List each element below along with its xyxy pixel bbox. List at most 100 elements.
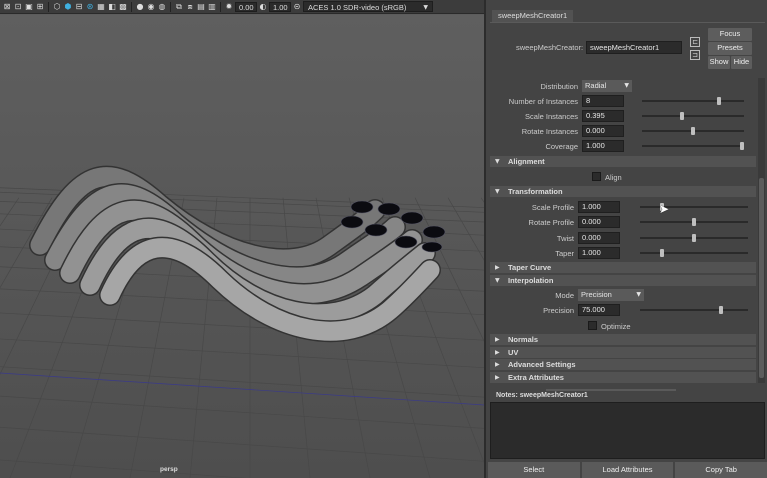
- toolbar-divider: [220, 1, 221, 12]
- section-alignment[interactable]: ▼ Alignment: [490, 156, 756, 167]
- distribution-value: Radial: [585, 81, 607, 90]
- section-normals[interactable]: ▶ Normals: [490, 334, 756, 345]
- scrollbar-thumb[interactable]: [759, 178, 764, 378]
- hide-button[interactable]: Hide: [731, 56, 752, 69]
- node-name-field[interactable]: sweepMeshCreator1: [586, 41, 682, 54]
- section-transformation-label: Transformation: [508, 187, 563, 196]
- align-checkbox[interactable]: [592, 172, 601, 181]
- coverage-slider[interactable]: [642, 142, 744, 150]
- xray-joint-icon[interactable]: ◍: [157, 2, 167, 12]
- section-interpolation[interactable]: ▼ Interpolation: [490, 275, 756, 286]
- slider-knob[interactable]: [659, 249, 664, 257]
- camera-icon[interactable]: ⊡: [13, 2, 23, 12]
- section-advanced-settings[interactable]: ▶ Advanced Settings: [490, 359, 756, 370]
- input-connection-icon[interactable]: ⊏: [690, 37, 700, 47]
- section-extra-attributes[interactable]: ▶ Extra Attributes: [490, 372, 756, 383]
- section-uv[interactable]: ▶ UV: [490, 347, 756, 358]
- twist-field[interactable]: 0.000: [578, 232, 620, 244]
- display-mode-icon[interactable]: ▥: [207, 2, 217, 12]
- mode-dropdown[interactable]: Precision ▼: [578, 289, 644, 301]
- color-space-dropdown[interactable]: ACES 1.0 SDR-video (sRGB) ▼: [303, 1, 433, 12]
- rotate-profile-field[interactable]: 0.000: [578, 216, 620, 228]
- slider-knob[interactable]: [692, 218, 696, 226]
- select-icon[interactable]: ▣: [24, 2, 34, 12]
- notes-textarea[interactable]: [490, 402, 765, 459]
- rotate-instances-row: Rotate Instances 0.000: [490, 125, 756, 138]
- gamma-field[interactable]: 1.00: [269, 1, 291, 12]
- scale-profile-field[interactable]: 1.000: [578, 201, 620, 213]
- ao-icon[interactable]: ◧: [107, 2, 117, 12]
- frame-icon[interactable]: ⊞: [35, 2, 45, 12]
- coverage-label: Coverage: [545, 142, 578, 151]
- slider-knob[interactable]: [691, 127, 695, 135]
- select-button[interactable]: Select: [488, 462, 580, 478]
- xray-active-icon[interactable]: ⧉: [174, 2, 184, 12]
- display-mode-icon[interactable]: ⧈: [185, 2, 195, 12]
- distribution-dropdown[interactable]: Radial ▼: [582, 80, 632, 92]
- taper-slider[interactable]: [640, 249, 748, 257]
- rotate-profile-slider[interactable]: [640, 218, 748, 226]
- display-mode-icon[interactable]: ▤: [196, 2, 206, 12]
- section-advanced-label: Advanced Settings: [508, 360, 576, 369]
- tab-sweepmeshcreator[interactable]: sweepMeshCreator1: [492, 10, 574, 22]
- num-instances-field[interactable]: 8: [582, 95, 624, 107]
- notes-splitter[interactable]: [546, 389, 676, 391]
- chevron-down-icon: ▼: [624, 82, 629, 89]
- section-uv-label: UV: [508, 348, 519, 357]
- node-header: sweepMeshCreator: sweepMeshCreator1 ⊏ ⊐ …: [492, 23, 762, 73]
- aa-icon[interactable]: ▩: [118, 2, 128, 12]
- viewport-panel[interactable]: ⊠ ⊡ ▣ ⊞ ⬡ ⬢ ⊟ ⊛ ▦ ◧ ▩ ● ◉ ◍ ⧉ ⧈ ▤ ▥ ✹ 0.…: [0, 0, 484, 478]
- rotate-instances-field[interactable]: 0.000: [582, 125, 624, 137]
- slider-knob[interactable]: [679, 112, 684, 120]
- wire-icon[interactable]: ⬡: [52, 2, 62, 12]
- light-icon[interactable]: ⊛: [85, 2, 95, 12]
- rotate-instances-slider[interactable]: [642, 127, 744, 135]
- gamma-icon[interactable]: ◐: [258, 2, 268, 12]
- isolate-icon[interactable]: ●: [135, 2, 145, 12]
- chevron-down-icon: ▼: [495, 277, 500, 284]
- viewport-canvas[interactable]: [0, 15, 484, 478]
- exposure-icon[interactable]: ✹: [224, 2, 234, 12]
- section-taper-curve[interactable]: ▶ Taper Curve: [490, 262, 756, 273]
- precision-field[interactable]: 75.000: [578, 304, 620, 316]
- slider-knob[interactable]: [719, 306, 723, 314]
- mode-row: Mode Precision ▼: [490, 289, 756, 302]
- coverage-row: Coverage 1.000: [490, 140, 756, 153]
- num-instances-label: Number of Instances: [508, 97, 578, 106]
- taper-row: Taper 1.000: [490, 247, 756, 260]
- mode-value: Precision: [581, 290, 612, 299]
- notes-label: Notes: sweepMeshCreator1: [496, 392, 588, 399]
- optimize-checkbox[interactable]: [588, 321, 597, 330]
- xray-icon[interactable]: ◉: [146, 2, 156, 12]
- textured-icon[interactable]: ⊟: [74, 2, 84, 12]
- exposure-field[interactable]: 0.00: [235, 1, 257, 12]
- show-button[interactable]: Show: [708, 56, 730, 69]
- slider-knob[interactable]: [692, 234, 696, 242]
- focus-button[interactable]: Focus: [708, 28, 752, 41]
- scale-instances-slider[interactable]: [642, 112, 744, 120]
- attribute-scrollbar[interactable]: [758, 78, 765, 383]
- coverage-field[interactable]: 1.000: [582, 140, 624, 152]
- copy-tab-button[interactable]: Copy Tab: [675, 462, 767, 478]
- color-management-icon[interactable]: ⊝: [292, 2, 302, 12]
- scale-profile-slider[interactable]: [640, 203, 748, 211]
- taper-field[interactable]: 1.000: [578, 247, 620, 259]
- chevron-down-icon: ▼: [495, 188, 500, 195]
- align-row: Align: [490, 170, 756, 183]
- load-attributes-button[interactable]: Load Attributes: [581, 462, 674, 478]
- grid-icon[interactable]: ⊠: [2, 2, 12, 12]
- output-connection-icon[interactable]: ⊐: [690, 50, 700, 60]
- twist-slider[interactable]: [640, 234, 748, 242]
- presets-button[interactable]: Presets: [708, 42, 752, 55]
- slider-knob[interactable]: [740, 142, 744, 150]
- slider-knob[interactable]: [716, 97, 721, 105]
- section-transformation[interactable]: ▼ Transformation: [490, 186, 756, 197]
- num-instances-slider[interactable]: [642, 97, 744, 105]
- precision-label: Precision: [543, 306, 574, 315]
- scale-instances-field[interactable]: 0.395: [582, 110, 624, 122]
- twist-label: Twist: [556, 234, 574, 243]
- attribute-list[interactable]: Distribution Radial ▼ Number of Instance…: [490, 78, 756, 386]
- shadow-icon[interactable]: ▦: [96, 2, 106, 12]
- precision-slider[interactable]: [640, 306, 748, 314]
- shaded-icon[interactable]: ⬢: [63, 2, 73, 12]
